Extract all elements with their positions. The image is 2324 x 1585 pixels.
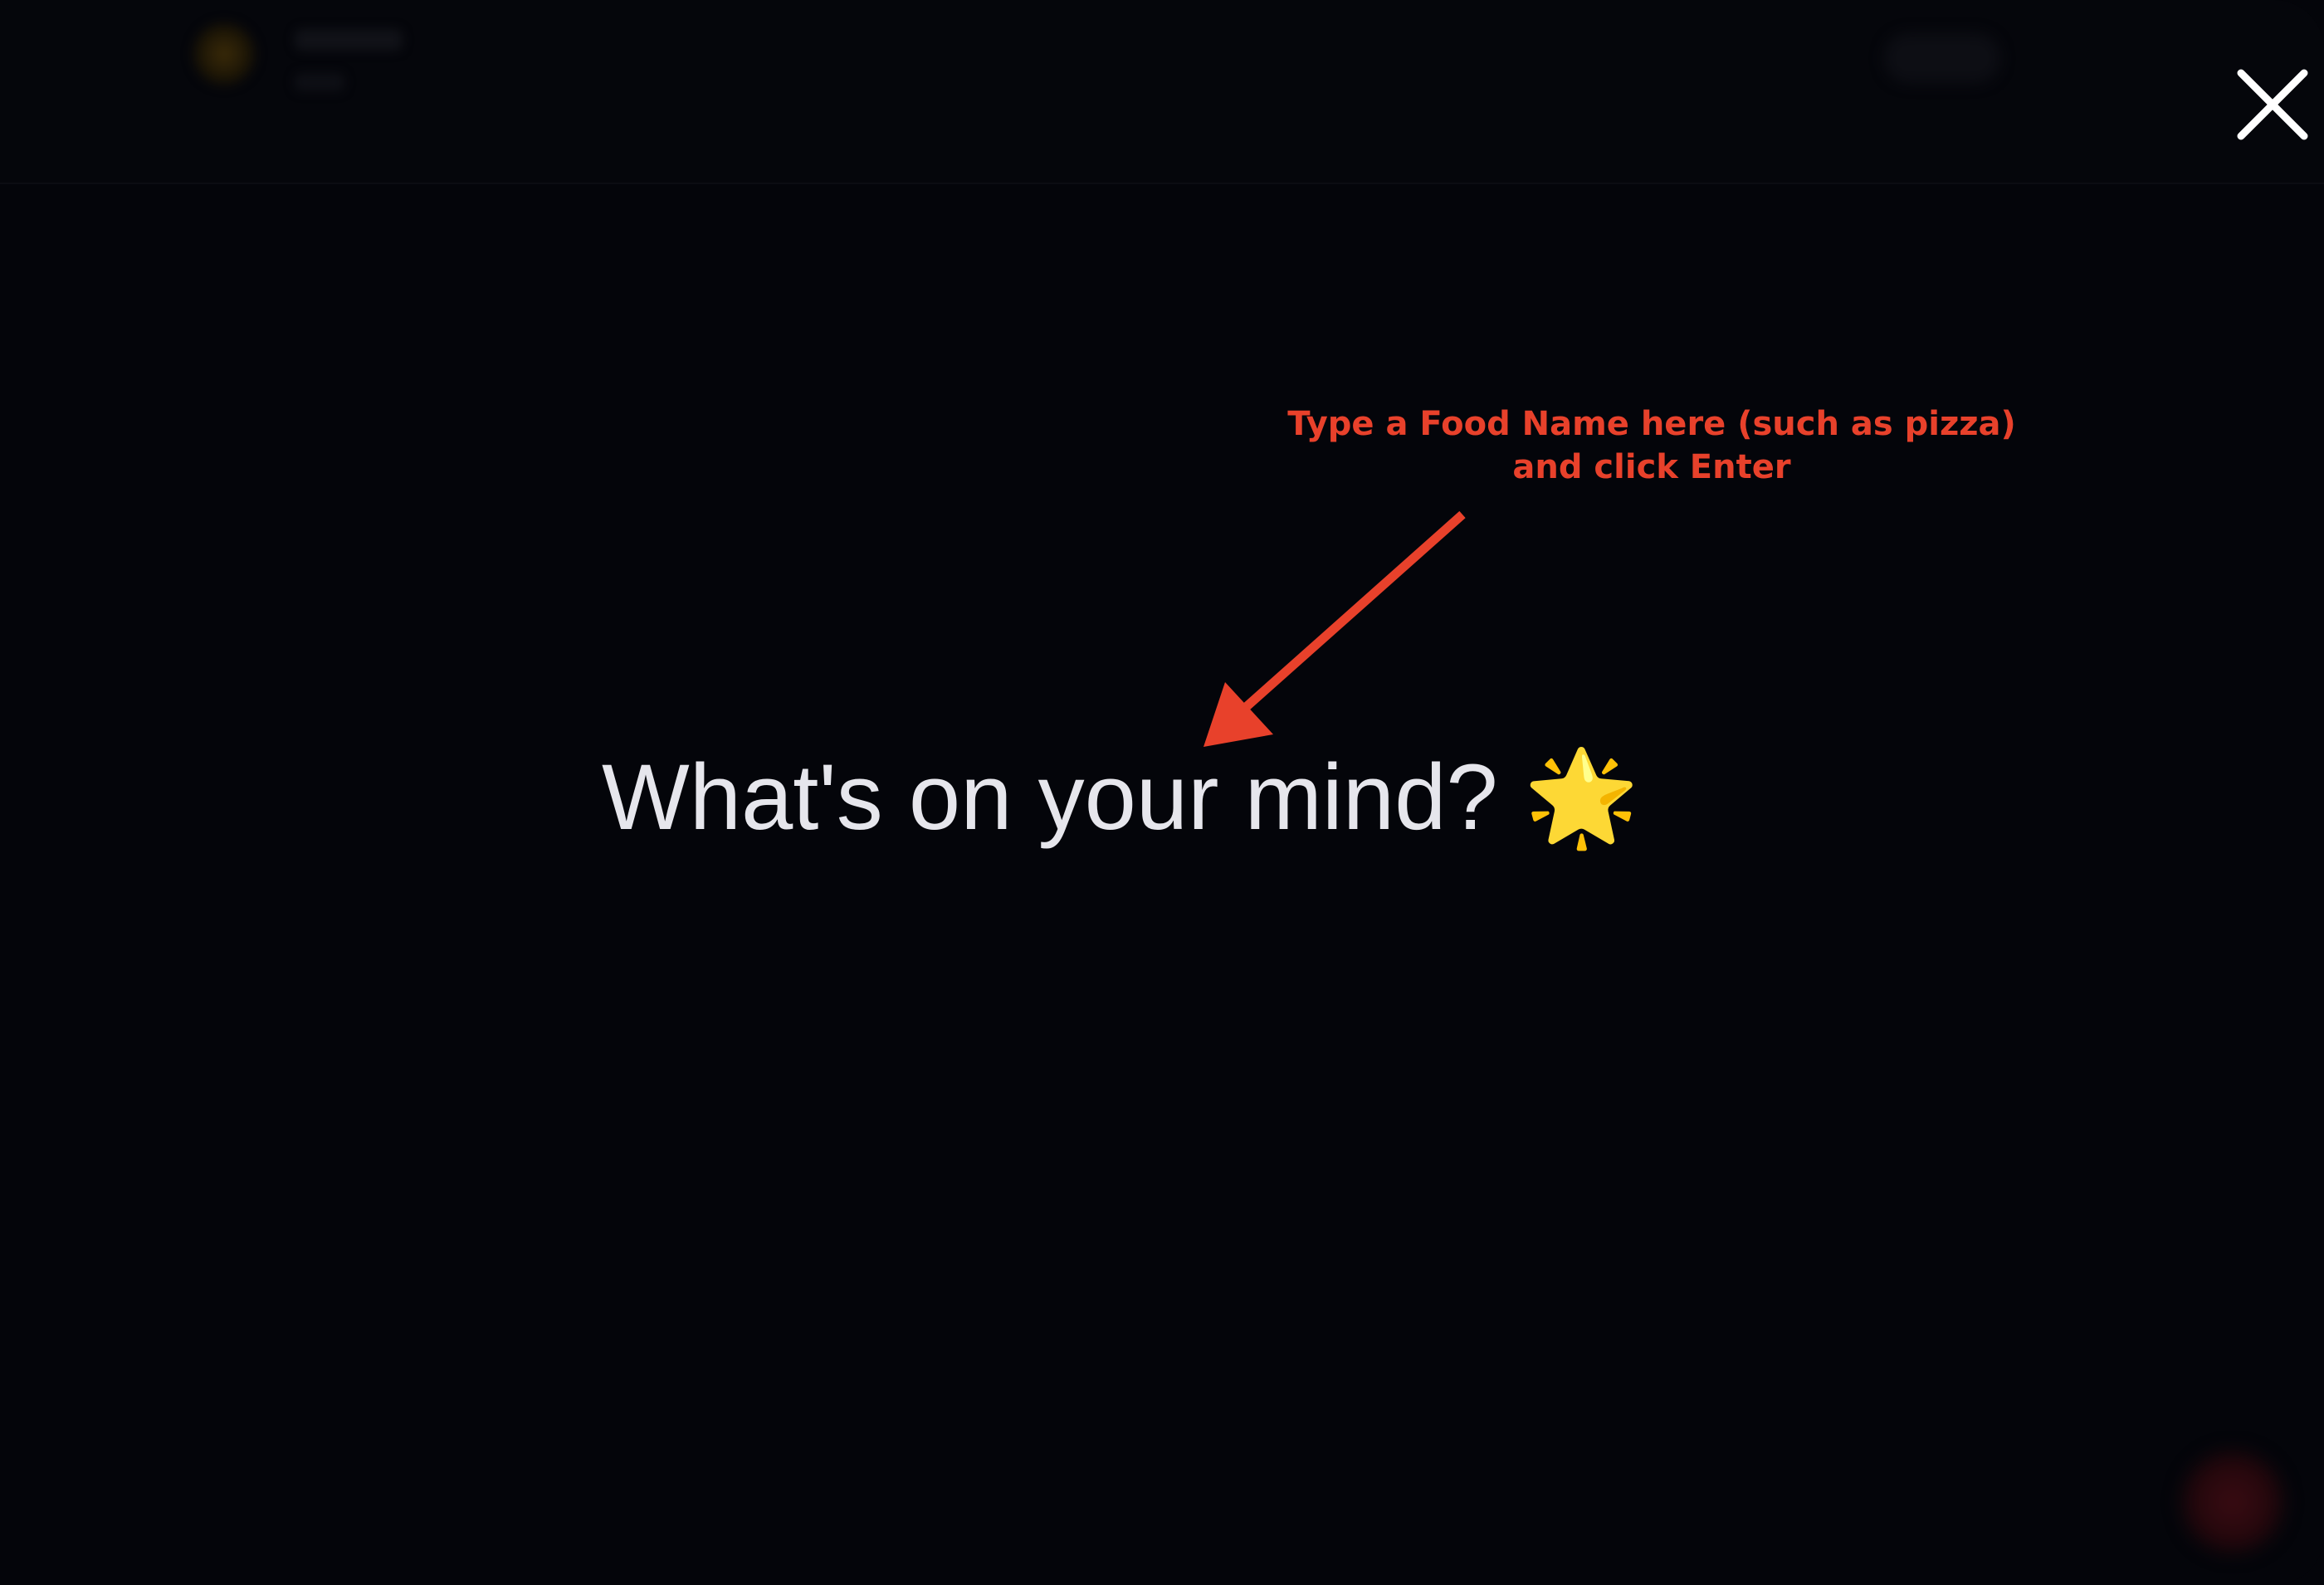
background-brand-name <box>295 29 403 51</box>
search-overlay: Type a Food Name here (such as pizza) an… <box>0 0 2324 1585</box>
background-floating-button <box>2179 1448 2287 1556</box>
search-field-container <box>602 730 1681 863</box>
close-icon <box>2237 69 2308 140</box>
background-nav-button <box>1884 33 2000 83</box>
close-button[interactable] <box>2231 63 2314 146</box>
annotation-line-2: and click Enter <box>1512 448 1791 486</box>
instruction-annotation: Type a Food Name here (such as pizza) an… <box>1220 402 2083 489</box>
food-search-input[interactable] <box>602 730 1681 863</box>
background-logo <box>191 21 257 87</box>
background-brand-subtitle <box>295 73 344 91</box>
annotation-line-1: Type a Food Name here (such as pizza) <box>1287 405 2016 443</box>
background-header <box>0 0 2324 184</box>
